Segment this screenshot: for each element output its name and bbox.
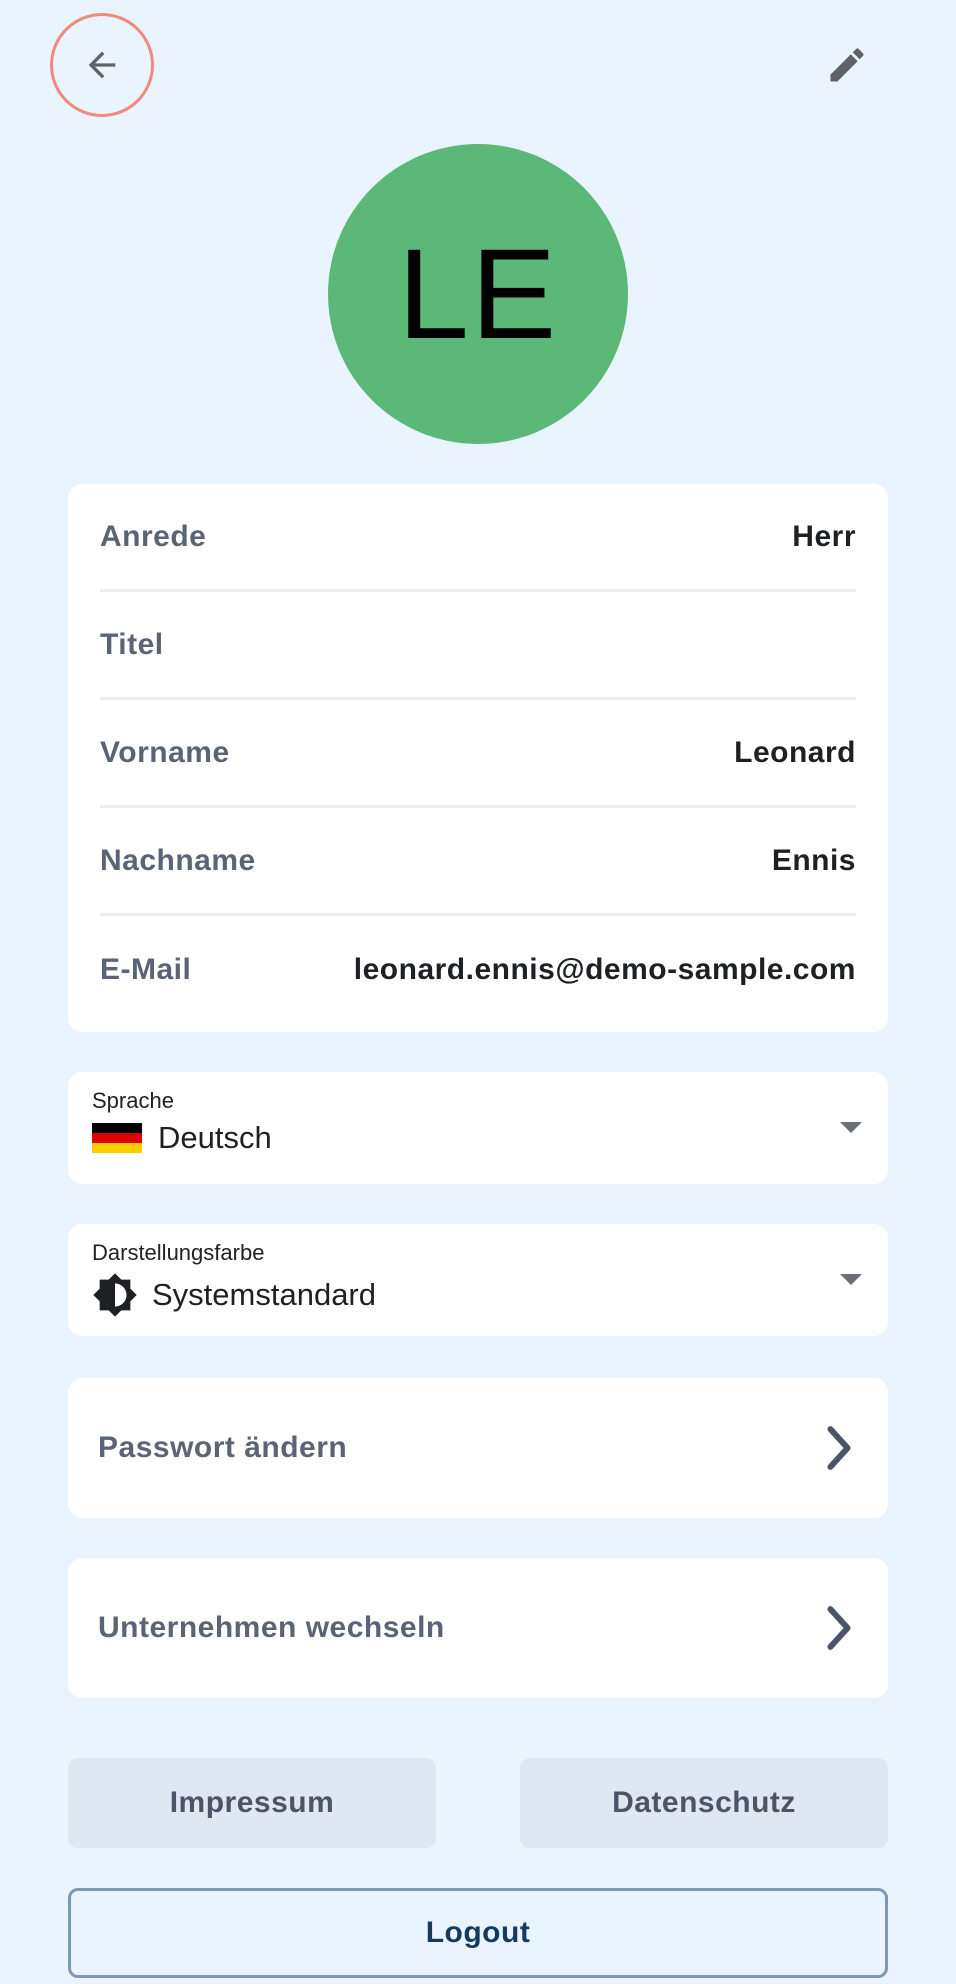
- chevron-down-icon: [840, 1122, 862, 1133]
- pencil-icon: [830, 48, 864, 82]
- chevron-down-icon: [840, 1274, 862, 1285]
- firstname-value: Leonard: [734, 735, 856, 769]
- chevron-right-icon: [827, 1606, 851, 1650]
- title-label: Titel: [100, 627, 164, 661]
- profile-row-title: Titel: [100, 592, 856, 700]
- language-select[interactable]: Sprache Deutsch: [68, 1072, 888, 1184]
- switch-company-label: Unternehmen wechseln: [98, 1611, 445, 1644]
- change-password-label: Passwort ändern: [98, 1431, 348, 1464]
- change-password-button[interactable]: Passwort ändern: [68, 1378, 888, 1518]
- theme-label: Darstellungsfarbe: [92, 1240, 265, 1265]
- email-value: leonard.ennis@demo-sample.com: [353, 953, 856, 986]
- avatar: LE: [328, 144, 628, 444]
- email-label: E-Mail: [100, 953, 192, 986]
- german-flag-icon: [92, 1123, 142, 1153]
- logout-button[interactable]: Logout: [68, 1888, 888, 1978]
- lastname-label: Nachname: [100, 843, 256, 877]
- profile-info-card: Anrede Herr Titel Vorname Leonard Nachna…: [68, 484, 888, 1032]
- profile-row-firstname: Vorname Leonard: [100, 700, 856, 808]
- theme-value: Systemstandard: [152, 1277, 376, 1312]
- profile-row-email: E-Mail leonard.ennis@demo-sample.com: [100, 916, 856, 1024]
- salutation-label: Anrede: [100, 519, 207, 553]
- language-value-row: Deutsch: [92, 1120, 864, 1156]
- brightness-icon: [93, 1273, 137, 1317]
- top-bar: [0, 0, 956, 130]
- lastname-value: Ennis: [771, 843, 856, 877]
- switch-company-button[interactable]: Unternehmen wechseln: [68, 1558, 888, 1698]
- profile-row-lastname: Nachname Ennis: [100, 808, 856, 916]
- edit-button[interactable]: [815, 33, 879, 97]
- avatar-initials: LE: [397, 222, 559, 366]
- salutation-value: Herr: [792, 519, 856, 553]
- theme-value-row: Systemstandard: [92, 1272, 864, 1318]
- impressum-button[interactable]: Impressum: [68, 1758, 436, 1848]
- firstname-label: Vorname: [100, 735, 230, 769]
- arrow-left-icon: [88, 51, 116, 79]
- chevron-right-icon: [827, 1426, 851, 1470]
- profile-row-salutation: Anrede Herr: [100, 484, 856, 592]
- back-button[interactable]: [50, 13, 154, 117]
- datenschutz-button[interactable]: Datenschutz: [520, 1758, 888, 1848]
- language-label: Sprache: [92, 1088, 174, 1113]
- language-value: Deutsch: [158, 1120, 272, 1155]
- theme-select[interactable]: Darstellungsfarbe Systemstandard: [68, 1224, 888, 1336]
